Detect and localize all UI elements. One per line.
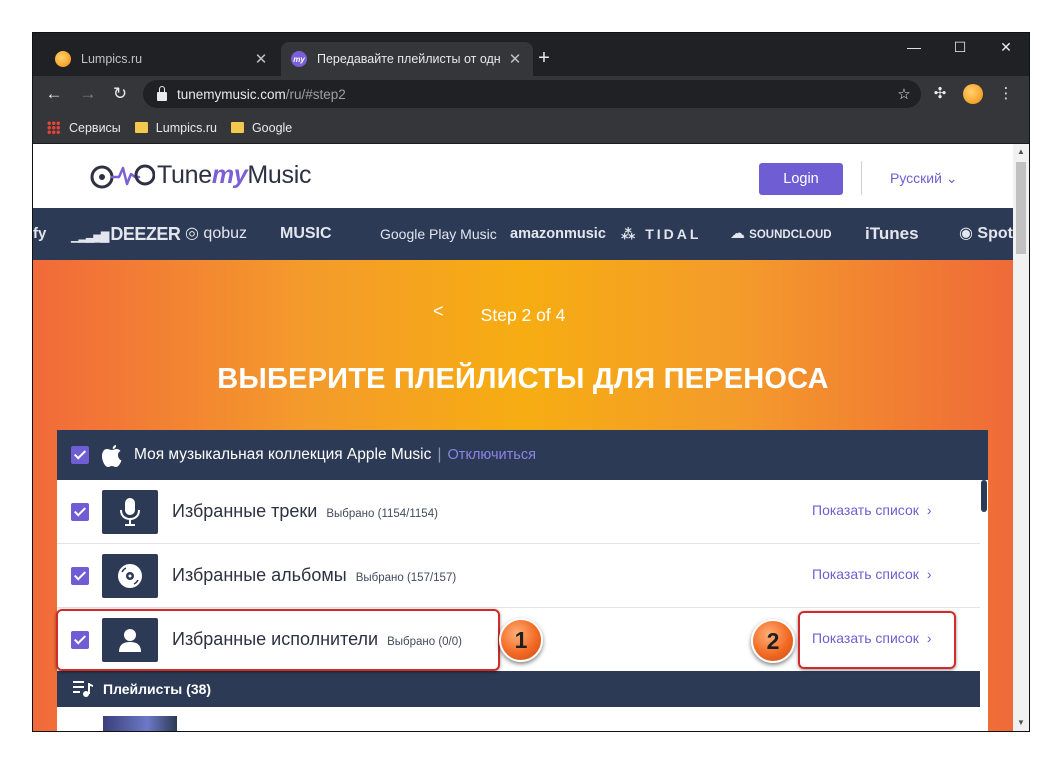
tunemymusic-favicon-icon: my xyxy=(291,51,307,67)
step-indicator: Step 2 of 4 xyxy=(480,305,566,325)
maximize-icon[interactable]: ☐ xyxy=(937,33,983,63)
spotify-icon: ◉ xyxy=(959,225,978,242)
tab-title: Передавайте плейлисты от одн xyxy=(317,52,501,66)
minimize-icon[interactable]: — xyxy=(891,33,937,63)
deezer-bars-icon: ▁▂▃▅▇ xyxy=(71,231,111,243)
address-bar[interactable]: tunemymusic.com/ru/#step2 ☆ xyxy=(143,80,921,108)
close-tab-icon[interactable]: ✕ xyxy=(505,50,525,68)
lock-icon xyxy=(157,85,167,101)
reload-icon[interactable]: ↻ xyxy=(107,81,133,107)
playlist-icon xyxy=(73,681,93,697)
header-divider xyxy=(861,161,862,195)
tab-strip: Lumpics.ru ✕ my Передавайте плейлисты от… xyxy=(33,33,1029,76)
browser-toolbar: ← → ↻ tunemymusic.com/ru/#step2 ☆ ✣ ⋮ xyxy=(33,76,1029,112)
scroll-up-arrow-icon[interactable]: ▲ xyxy=(1013,144,1029,160)
list-scrollbar-thumb[interactable] xyxy=(981,480,987,512)
bookmark-services[interactable]: Сервисы xyxy=(47,121,121,135)
chevron-right-icon: › xyxy=(926,502,932,518)
page-scrollbar[interactable]: ▲ ▼ xyxy=(1013,144,1029,731)
apps-grid-icon xyxy=(47,121,60,134)
show-list-link[interactable]: Показать список › xyxy=(812,502,932,518)
bookmark-lumpics[interactable]: Lumpics.ru xyxy=(134,120,217,135)
bookmarks-bar: Сервисы Lumpics.ru Google xyxy=(33,112,1029,144)
tab-lumpics[interactable]: Lumpics.ru ✕ xyxy=(45,42,279,76)
scroll-down-arrow-icon[interactable]: ▼ xyxy=(1013,715,1029,731)
profile-avatar[interactable] xyxy=(963,84,983,104)
select-all-checkbox[interactable] xyxy=(71,446,89,464)
back-arrow-icon[interactable]: ← xyxy=(41,81,67,107)
row-selected-count: Выбрано (157/157) xyxy=(355,571,457,584)
forward-arrow-icon[interactable]: → xyxy=(75,81,101,107)
tidal-icon: ⁂ xyxy=(621,226,646,242)
service-apple-music: MUSIC xyxy=(280,225,332,242)
bookmark-star-icon[interactable]: ☆ xyxy=(891,85,917,103)
collection-panel: Моя музыкальная коллекция Apple Music | … xyxy=(57,430,988,731)
bookmark-label: Сервисы xyxy=(69,120,121,135)
service-tidal: ⁂ TIDAL xyxy=(621,226,702,242)
annotation-badge-1: 1 xyxy=(499,618,543,662)
playlists-title: Плейлисты (38) xyxy=(103,681,212,697)
annotation-highlight-2 xyxy=(798,611,956,669)
logo-text: TunemyMusic xyxy=(157,160,312,189)
service-amazon-music: amazonmusic xyxy=(510,226,606,242)
apple-logo-icon xyxy=(102,445,122,467)
bookmark-page-icon xyxy=(134,122,148,133)
row-checkbox[interactable] xyxy=(71,502,89,521)
list-scrollbar[interactable] xyxy=(980,480,988,731)
service-deezer: ▁▂▃▅▇ DEEZER xyxy=(71,224,181,244)
vinyl-disc-icon xyxy=(102,553,158,598)
tunemymusic-logo-icon xyxy=(90,164,155,189)
collection-header: Моя музыкальная коллекция Apple Music | … xyxy=(57,430,988,480)
new-tab-button[interactable]: + xyxy=(531,46,557,72)
window-close-icon[interactable]: ✕ xyxy=(983,33,1029,63)
tab-tunemymusic[interactable]: my Передавайте плейлисты от одн ✕ xyxy=(281,42,533,76)
list-item-favorite-albums: Избранные альбомы Выбрано (157/157) Пока… xyxy=(57,544,980,608)
row-selected-count: Выбрано (1154/1154) xyxy=(326,507,438,520)
site-header: TunemyMusic Login Русский ⌄ xyxy=(33,144,1013,208)
disconnect-link[interactable]: Отключиться xyxy=(448,447,536,463)
service-soundcloud: ☁ SOUNDCLOUD xyxy=(730,225,832,242)
page-heading: ВЫБЕРИТЕ ПЛЕЙЛИСТЫ ДЛЯ ПЕРЕНОСА xyxy=(217,363,829,395)
extensions-puzzle-icon[interactable]: ✣ xyxy=(927,81,953,107)
login-button[interactable]: Login xyxy=(759,163,843,195)
row-checkbox[interactable] xyxy=(71,566,89,585)
url-text: tunemymusic.com/ru/#step2 xyxy=(177,86,346,102)
service-itunes: iTunes xyxy=(865,224,919,243)
qobuz-icon: ◎ xyxy=(185,225,199,242)
close-tab-icon[interactable]: ✕ xyxy=(251,50,271,68)
tab-title: Lumpics.ru xyxy=(81,52,143,66)
playlist-cover-image xyxy=(103,716,177,731)
service-spotify: ◉ Spot xyxy=(959,225,1013,242)
chevron-down-icon: ⌄ xyxy=(945,170,958,186)
service-qobuz: ◎ qobuz xyxy=(185,225,248,242)
service-google-play-music: Google Play Music xyxy=(380,226,497,242)
list-item-favorite-tracks: Избранные треки Выбрано (1154/1154) Пока… xyxy=(57,480,980,544)
annotation-badge-2: 2 xyxy=(751,619,795,663)
browser-window: Lumpics.ru ✕ my Передавайте плейлисты от… xyxy=(33,33,1029,731)
annotation-highlight-1 xyxy=(56,609,500,671)
chevron-right-icon: › xyxy=(926,566,932,582)
lumpics-favicon-icon xyxy=(55,51,71,67)
services-strip: fy ▁▂▃▅▇ DEEZER ◎ qobuz MUSIC Google Pla… xyxy=(33,208,1013,260)
language-label: Русский xyxy=(890,170,942,186)
playlist-row xyxy=(57,707,980,731)
bookmark-label: Lumpics.ru xyxy=(155,120,217,135)
language-selector[interactable]: Русский ⌄ xyxy=(890,170,958,187)
show-list-link[interactable]: Показать список › xyxy=(812,566,932,582)
soundcloud-cloud-icon: ☁ xyxy=(730,225,750,242)
row-title: Избранные альбомы xyxy=(172,565,347,585)
bookmark-page-icon xyxy=(230,122,244,133)
browser-menu-icon[interactable]: ⋮ xyxy=(993,81,1019,107)
playlists-header: Плейлисты (38) xyxy=(57,671,980,707)
collection-title: Моя музыкальная коллекция Apple Music xyxy=(134,446,432,463)
bookmark-google[interactable]: Google xyxy=(230,120,293,135)
microphone-icon xyxy=(102,489,158,534)
header-separator: | xyxy=(437,446,442,463)
bookmark-label: Google xyxy=(251,120,293,135)
page-scrollbar-thumb[interactable] xyxy=(1016,162,1026,254)
row-title: Избранные треки xyxy=(172,501,318,521)
tunemymusic-logo[interactable]: TunemyMusic xyxy=(89,158,312,192)
service-spotify-partial: fy xyxy=(33,225,47,242)
